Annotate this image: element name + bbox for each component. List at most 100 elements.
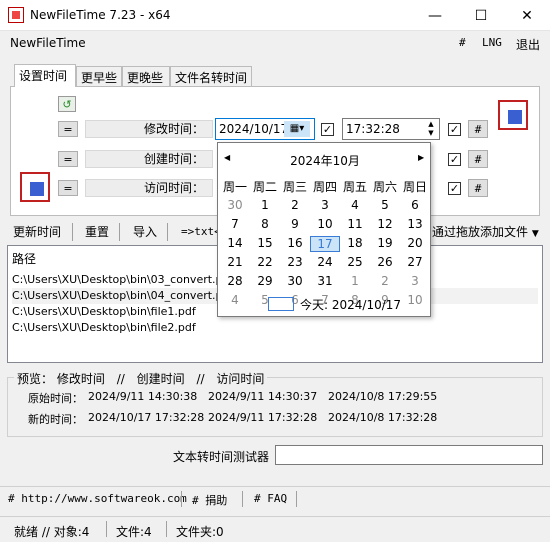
update-time-button[interactable]: 更新时间 (13, 223, 61, 242)
website-link[interactable]: # http://www.softwareok.com (8, 492, 187, 505)
drag-add-button[interactable]: 通过拖放添加文件 ▼ (432, 223, 539, 242)
drag-add-label: 通过拖放添加文件 (432, 225, 529, 239)
modify-time-checkbox[interactable]: ✓ (448, 123, 461, 136)
calendar-day[interactable]: 25 (340, 255, 370, 269)
calendar-day[interactable]: 2 (280, 198, 310, 212)
modify-time-input[interactable]: 17:32:28 ▲ ▼ (342, 118, 440, 140)
close-button[interactable]: ✕ (504, 0, 550, 31)
tab-set-time[interactable]: 设置时间 (14, 64, 76, 87)
calendar-day[interactable]: 26 (370, 255, 400, 269)
calendar-day[interactable]: 15 (250, 236, 280, 250)
reset-button[interactable]: 重置 (85, 223, 109, 242)
status-files: 文件:4 (116, 525, 152, 539)
refresh-icon[interactable]: ↺ (58, 96, 76, 112)
path-column-header[interactable]: 路径 (12, 250, 36, 267)
original-access-value: 2024/10/8 17:29:55 (328, 390, 438, 403)
weekday-header: 周日 (402, 180, 427, 194)
list-item[interactable]: C:\Users\XU\Desktop\bin\file2.pdf (12, 320, 538, 336)
calendar-day[interactable]: 1 (250, 198, 280, 212)
text-to-time-input[interactable] (275, 445, 543, 465)
toolbar-divider (167, 223, 168, 241)
toolbar-divider (72, 223, 73, 241)
donate-link[interactable]: # 捐助 (192, 492, 227, 508)
status-divider (106, 521, 107, 537)
new-modify-value: 2024/10/17 17:32:28 (88, 411, 205, 424)
calendar-day[interactable]: 2 (370, 274, 400, 288)
calendar-day[interactable]: 9 (280, 217, 310, 231)
calendar-day[interactable]: 19 (370, 236, 400, 250)
create-eq-button[interactable]: = (58, 151, 78, 167)
calendar-day[interactable]: 27 (400, 255, 430, 269)
toolbar-divider (119, 223, 120, 241)
create-hash-button[interactable]: # (468, 150, 488, 168)
calendar-day[interactable]: 10 (310, 217, 340, 231)
calendar-day[interactable]: 16 (280, 236, 310, 250)
menu-language[interactable]: LNG (482, 36, 502, 49)
calendar-day[interactable]: 3 (310, 198, 340, 212)
link-divider (181, 491, 182, 507)
calendar-day[interactable]: 6 (400, 198, 430, 212)
calendar-day[interactable]: 21 (220, 255, 250, 269)
tab-later[interactable]: 更晚些 (122, 66, 170, 86)
calendar-day[interactable]: 31 (310, 274, 340, 288)
calendar-day[interactable]: 7 (220, 217, 250, 231)
calendar-day[interactable]: 3 (400, 274, 430, 288)
calendar-day[interactable]: 28 (220, 274, 250, 288)
modify-date-checkbox[interactable]: ✓ (321, 123, 334, 136)
original-time-label: 原始时间： (28, 392, 83, 405)
calendar-day[interactable]: 14 (220, 236, 250, 250)
calendar-day[interactable]: 5 (370, 198, 400, 212)
calendar-day[interactable]: 30 (280, 274, 310, 288)
calendar-day[interactable]: 30 (220, 198, 250, 212)
today-link[interactable]: 今天: 2024/10/17 (300, 296, 401, 313)
status-bar: 就绪 // 对象:4 文件:4 文件夹:0 (0, 516, 550, 542)
calendar-day[interactable]: 24 (310, 255, 340, 269)
calendar-popup[interactable]: ◀ 2024年10月 ▶ 周一 周二 周三 周四 周五 周六 周日 30 1 2 3 4 5 6 7 8 9 10… (217, 142, 431, 317)
app-icon (8, 7, 24, 23)
chevron-down-icon: ▼ (531, 229, 539, 239)
weekday-header: 周六 (372, 180, 397, 194)
calendar-day[interactable]: 17 (310, 236, 340, 252)
modify-eq-button[interactable]: = (58, 121, 78, 137)
calendar-day[interactable]: 13 (400, 217, 430, 231)
original-modify-value: 2024/9/11 14:30:38 (88, 390, 198, 403)
original-create-value: 2024/9/11 14:30:37 (208, 390, 318, 403)
tab-earlier[interactable]: 更早些 (76, 66, 122, 86)
access-time-checkbox[interactable]: ✓ (448, 182, 461, 195)
maximize-button[interactable]: ☐ (458, 0, 504, 31)
minimize-button[interactable]: — (412, 0, 458, 31)
create-time-checkbox[interactable]: ✓ (448, 153, 461, 166)
calendar-day[interactable]: 8 (250, 217, 280, 231)
today-marker-icon (268, 297, 294, 311)
calendar-day[interactable]: 10 (400, 293, 430, 307)
modify-date-value: 2024/10/17 (219, 122, 289, 136)
menu-exit[interactable]: 退出 (516, 36, 540, 53)
import-button[interactable]: 导入 (133, 223, 157, 242)
tab-filename-to-time[interactable]: 文件名转时间 (170, 66, 252, 86)
calendar-dropdown-icon[interactable]: ▦▾ (284, 121, 310, 137)
status-folders: 文件夹:0 (176, 525, 224, 539)
calendar-day[interactable]: 4 (220, 293, 250, 307)
calendar-day[interactable]: 1 (340, 274, 370, 288)
calendar-day[interactable]: 20 (400, 236, 430, 250)
time-spinner-icon[interactable]: ▲ ▼ (425, 120, 437, 138)
preview-sep: // (196, 372, 205, 386)
calendar-month-title[interactable]: 2024年10月 (218, 152, 432, 169)
modify-hash-button[interactable]: # (468, 120, 488, 138)
weekday-header: 周五 (342, 180, 367, 194)
calendar-day[interactable]: 18 (340, 236, 370, 250)
modify-date-input[interactable]: 2024/10/17 ▦▾ (215, 118, 315, 140)
access-hash-button[interactable]: # (468, 179, 488, 197)
calendar-day[interactable]: 11 (340, 217, 370, 231)
calendar-day[interactable]: 22 (250, 255, 280, 269)
preview-col-create: 创建时间 (136, 372, 185, 386)
faq-link[interactable]: # FAQ (254, 492, 287, 505)
calendar-day[interactable]: 23 (280, 255, 310, 269)
next-month-icon[interactable]: ▶ (418, 153, 424, 162)
access-eq-button[interactable]: = (58, 180, 78, 196)
calendar-day[interactable]: 12 (370, 217, 400, 231)
menu-hash[interactable]: # (459, 36, 466, 49)
menu-app-name[interactable]: NewFileTime (10, 36, 86, 50)
calendar-day[interactable]: 29 (250, 274, 280, 288)
calendar-day[interactable]: 4 (340, 198, 370, 212)
